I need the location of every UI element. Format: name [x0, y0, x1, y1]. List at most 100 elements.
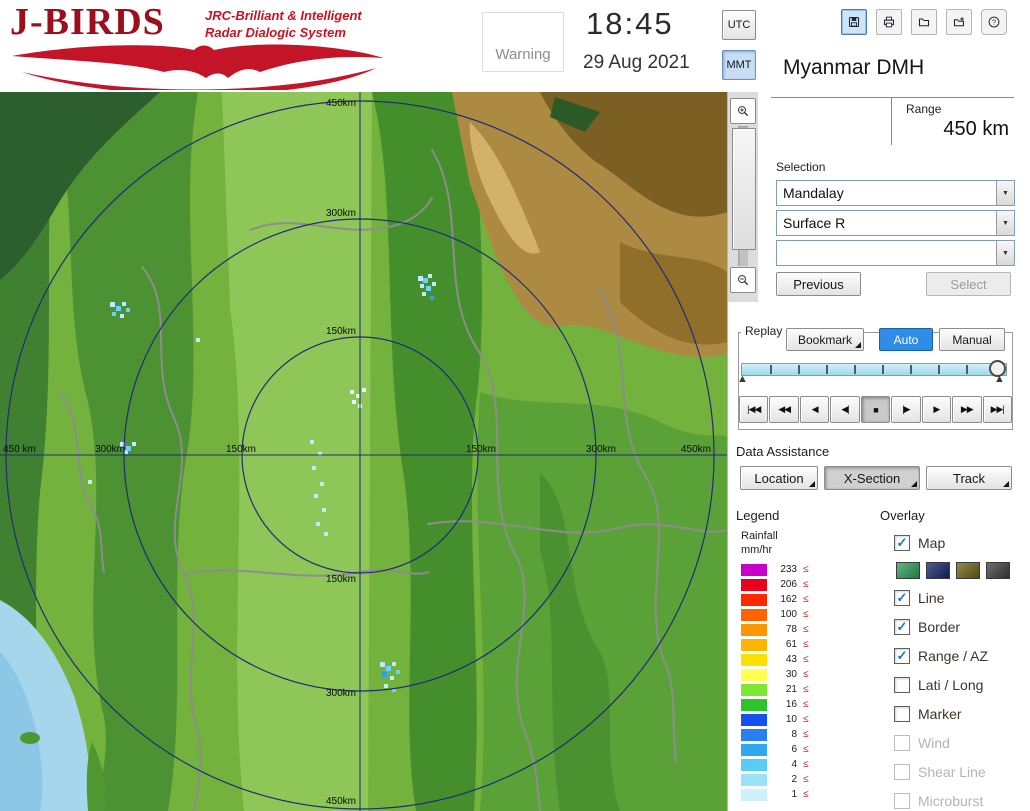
checkbox-checked[interactable]: ✓: [894, 618, 910, 635]
legend-row: 61 ≤: [741, 637, 809, 652]
legend-lte-symbol: ≤: [803, 579, 809, 590]
overlay-label: Overlay: [880, 508, 925, 523]
previous-button[interactable]: Previous: [776, 272, 861, 296]
legend-color-swatch: [741, 713, 767, 726]
save-button[interactable]: [841, 9, 867, 35]
replay-timeline-track[interactable]: [741, 363, 1007, 376]
chevron-down-icon[interactable]: ▼: [996, 211, 1014, 235]
playback-step-back-button[interactable]: ◀|: [830, 396, 860, 423]
checkbox-unchecked[interactable]: [894, 676, 910, 693]
jbirds-app-window: J-BIRDS JRC-Brilliant & Intelligent Rada…: [0, 0, 1030, 811]
overlay-item-label: Map: [918, 534, 946, 551]
zoom-out-button[interactable]: [730, 267, 756, 293]
legend-value: 100: [780, 609, 797, 620]
overlay-item-line[interactable]: ✓ Line: [894, 583, 1030, 612]
svg-text:450km: 450km: [681, 444, 711, 455]
timezone-utc-button[interactable]: UTC: [722, 10, 756, 40]
legend-lte-symbol: ≤: [803, 759, 809, 770]
overlay-item-lati-long[interactable]: Lati / Long: [894, 670, 1030, 699]
chevron-down-icon[interactable]: ▼: [996, 241, 1014, 265]
timeline-start-marker[interactable]: ▲: [737, 373, 748, 385]
zoom-in-button[interactable]: [730, 98, 756, 124]
legend-lte-symbol: ≤: [803, 669, 809, 680]
import-button[interactable]: [946, 9, 972, 35]
playback-play-reverse-button[interactable]: ◀: [799, 396, 830, 423]
timeline-position-marker[interactable]: ▲: [994, 373, 1005, 385]
playback-skip-to-end-button[interactable]: ▶▶|: [982, 396, 1012, 423]
radar-map[interactable]: 450km 300km 150km 150km 300km 450km 450 …: [0, 92, 728, 811]
map-style-swatch[interactable]: [986, 561, 1010, 579]
svg-text:?: ?: [992, 18, 996, 27]
print-button[interactable]: [876, 9, 902, 35]
option-dropdown[interactable]: ▼: [776, 240, 1015, 266]
map-style-swatch[interactable]: [926, 561, 950, 579]
playback-fast-forward-button[interactable]: ▶▶: [952, 396, 982, 423]
legend-value: 10: [785, 714, 797, 725]
legend-label: Legend: [736, 508, 780, 523]
legend-lte-symbol: ≤: [803, 609, 809, 620]
legend-row: 8 ≤: [741, 727, 809, 742]
open-folder-button[interactable]: [911, 9, 937, 35]
legend-row: 21 ≤: [741, 682, 809, 697]
data-assist-x-section-button[interactable]: X-Section: [824, 466, 920, 490]
app-logo-subtitle-1: JRC-Brilliant & Intelligent: [205, 8, 362, 23]
checkbox-unchecked[interactable]: [894, 705, 910, 722]
playback-play-button[interactable]: ▶: [921, 396, 952, 423]
legend-value: 233: [780, 564, 797, 575]
checkbox-checked[interactable]: ✓: [894, 534, 910, 551]
playback-step-forward-button[interactable]: |▶: [891, 396, 921, 423]
legend-value: 16: [785, 699, 797, 710]
data-assist-track-button[interactable]: Track: [926, 466, 1012, 490]
playback-fast-rewind-button[interactable]: ◀◀: [769, 396, 799, 423]
legend-lte-symbol: ≤: [803, 774, 809, 785]
timeline-tick: [770, 365, 772, 374]
checkbox-checked[interactable]: ✓: [894, 589, 910, 606]
legend-lte-symbol: ≤: [803, 624, 809, 635]
app-logo-title: J-BIRDS: [10, 1, 165, 43]
app-logo-subtitle-2: Radar Dialogic System: [205, 25, 346, 40]
overlay-item-marker[interactable]: Marker: [894, 699, 1030, 728]
playback-skip-to-start-button[interactable]: |◀◀: [739, 396, 769, 423]
legend-lte-symbol: ≤: [803, 714, 809, 725]
select-button[interactable]: Select: [926, 272, 1011, 296]
zoom-slider-thumb[interactable]: [732, 128, 756, 250]
overlay-item-border[interactable]: ✓ Border: [894, 612, 1030, 641]
auto-button[interactable]: Auto: [879, 328, 933, 351]
legend-color-swatch: [741, 743, 767, 756]
help-icon: ?: [988, 16, 1000, 28]
legend-value: 61: [785, 639, 797, 650]
map-style-swatch[interactable]: [896, 561, 920, 579]
station-dropdown[interactable]: Mandalay ▼: [776, 180, 1015, 206]
chevron-down-icon[interactable]: ▼: [996, 181, 1014, 205]
radar-map-area[interactable]: 450km 300km 150km 150km 300km 450km 450 …: [0, 92, 728, 811]
legend-value: 2: [791, 774, 797, 785]
manual-button[interactable]: Manual: [939, 328, 1005, 351]
playback-stop-button[interactable]: ■: [860, 396, 891, 423]
legend-color-swatch: [741, 788, 767, 801]
data-assist-location-button[interactable]: Location: [740, 466, 818, 490]
overlay-item-range-az[interactable]: ✓ Range / AZ: [894, 641, 1030, 670]
legend-color-swatch: [741, 728, 767, 741]
corner-arrow-icon: [911, 481, 917, 487]
overlay-item-map[interactable]: ✓ Map: [894, 528, 1030, 557]
legend-lte-symbol: ≤: [803, 789, 809, 800]
legend-row: 6 ≤: [741, 742, 809, 757]
magnifier-minus-icon: [738, 275, 749, 286]
warning-status[interactable]: Warning: [482, 12, 564, 72]
help-button[interactable]: ?: [981, 9, 1007, 35]
product-dropdown[interactable]: Surface R ▼: [776, 210, 1015, 236]
legend-value: 4: [791, 759, 797, 770]
map-style-swatch[interactable]: [956, 561, 980, 579]
legend-color-swatch: [741, 638, 767, 651]
corner-arrow-icon: [809, 481, 815, 487]
timezone-mmt-button[interactable]: MMT: [722, 50, 756, 80]
button-label: Location: [754, 470, 804, 486]
clock-date: 29 Aug 2021: [583, 52, 690, 73]
svg-text:450km: 450km: [326, 796, 356, 807]
bookmark-label: Bookmark: [797, 332, 853, 347]
svg-text:150km: 150km: [466, 444, 496, 455]
data-assistance-buttons: Location X-Section Track: [740, 466, 1014, 490]
legend-color-swatch: [741, 683, 767, 696]
bookmark-button[interactable]: Bookmark: [786, 328, 864, 351]
checkbox-checked[interactable]: ✓: [894, 647, 910, 664]
